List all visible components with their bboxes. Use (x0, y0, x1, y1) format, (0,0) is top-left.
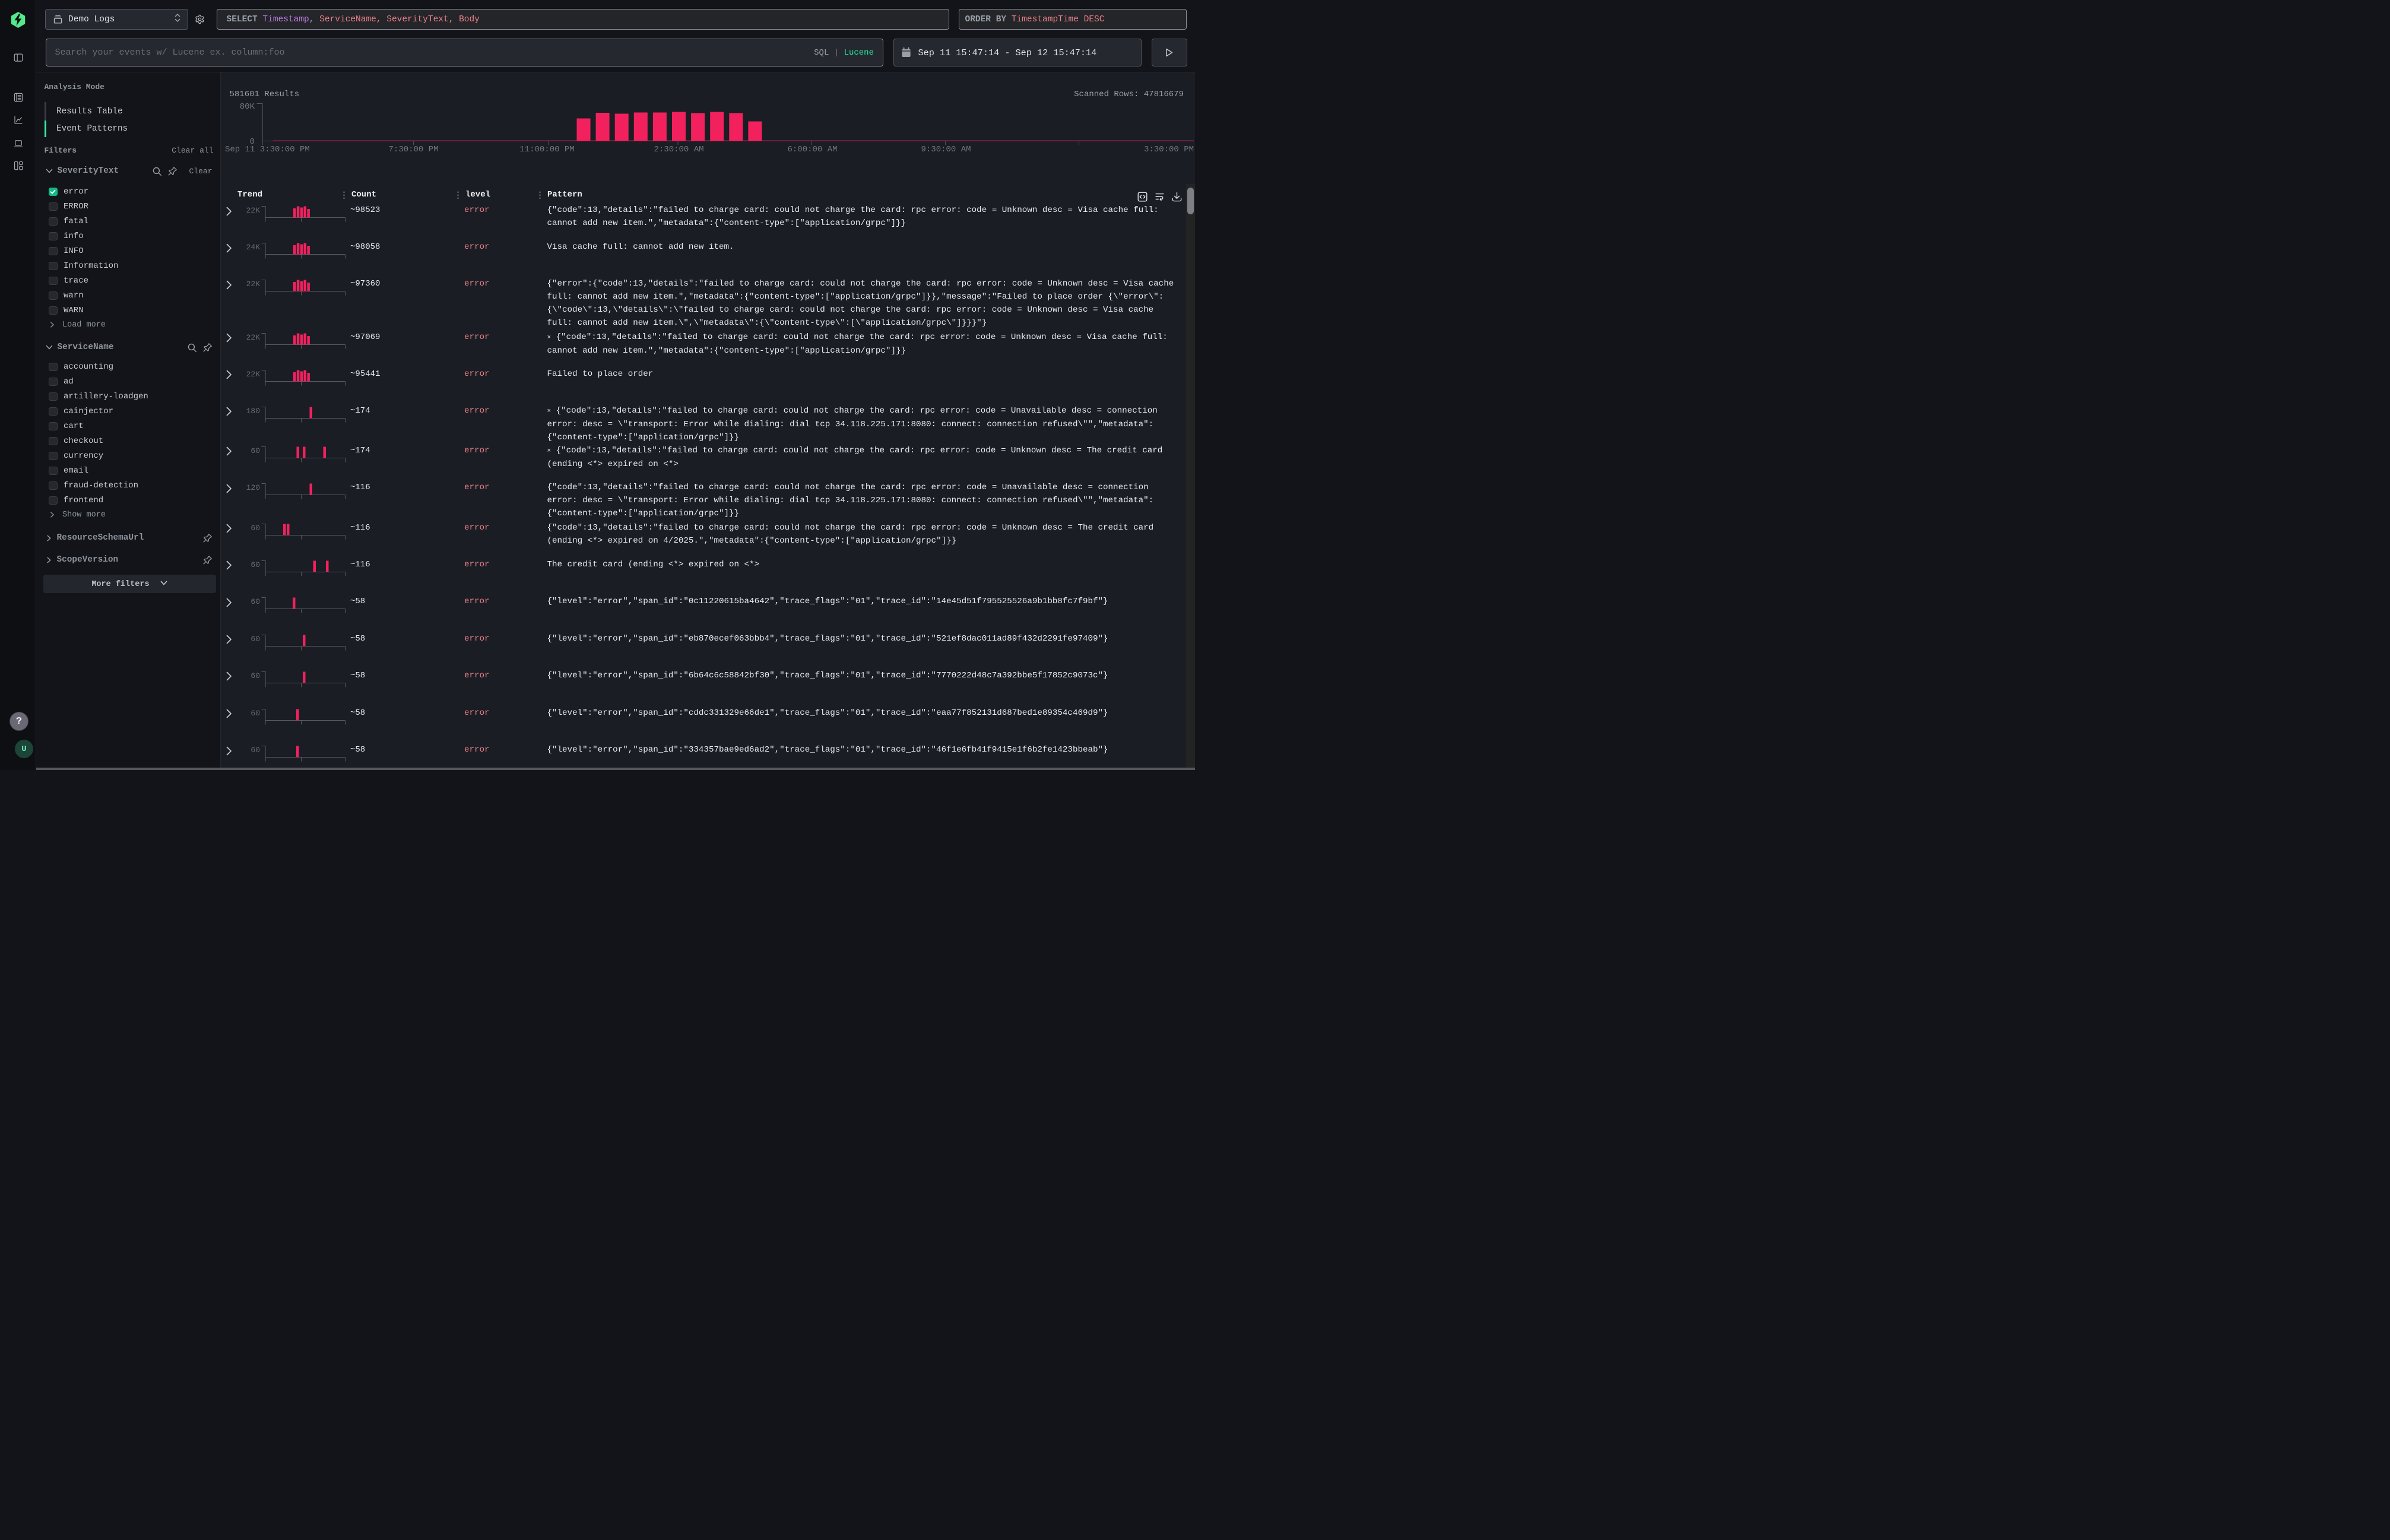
svg-text:60: 60 (251, 671, 260, 680)
svg-text:60: 60 (251, 709, 260, 718)
svg-text:22K: 22K (246, 280, 261, 289)
svg-text:6:00:00 AM: 6:00:00 AM (787, 145, 837, 154)
svg-text:60: 60 (251, 635, 260, 644)
svg-text:60: 60 (251, 524, 260, 533)
svg-text:Sep 11 3:30:00 PM: Sep 11 3:30:00 PM (225, 145, 310, 154)
svg-text:60: 60 (251, 560, 260, 569)
svg-text:60: 60 (251, 746, 260, 755)
svg-text:7:30:00 PM: 7:30:00 PM (388, 145, 438, 154)
svg-text:3:30:00 PM: 3:30:00 PM (1144, 145, 1194, 154)
svg-text:120: 120 (246, 483, 260, 492)
svg-text:80K: 80K (240, 102, 255, 112)
svg-text:22K: 22K (246, 333, 261, 342)
svg-text:2:30:00 AM: 2:30:00 AM (654, 145, 703, 154)
svg-text:180: 180 (246, 407, 260, 416)
svg-text:11:00:00 PM: 11:00:00 PM (519, 145, 574, 154)
svg-text:9:30:00 AM: 9:30:00 AM (921, 145, 971, 154)
svg-text:60: 60 (251, 446, 260, 455)
svg-text:22K: 22K (246, 206, 261, 215)
svg-text:24K: 24K (246, 243, 261, 252)
svg-text:22K: 22K (246, 370, 261, 379)
svg-text:60: 60 (251, 597, 260, 606)
